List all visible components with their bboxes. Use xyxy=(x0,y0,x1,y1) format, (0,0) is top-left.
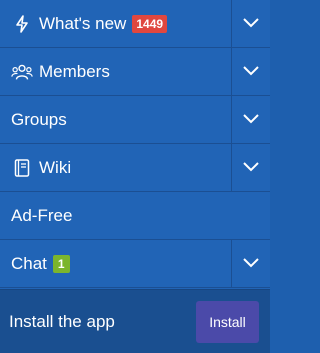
chevron-down-icon xyxy=(243,159,259,177)
groups-link[interactable]: Groups xyxy=(0,96,232,143)
chevron-down-icon xyxy=(243,63,259,81)
ad-free-link[interactable]: Ad-Free xyxy=(0,192,270,239)
members-label: Members xyxy=(39,61,110,81)
chevron-down-icon xyxy=(243,15,259,33)
book-icon xyxy=(11,158,33,178)
members-expand-toggle[interactable] xyxy=(232,48,270,95)
chevron-down-icon xyxy=(243,255,259,273)
menu-item-chat: Chat 1 xyxy=(0,240,270,288)
whats-new-label: What's new xyxy=(39,13,127,33)
chat-link[interactable]: Chat 1 xyxy=(0,240,232,287)
install-app-text: Install the app xyxy=(9,311,115,331)
wiki-expand-toggle[interactable] xyxy=(232,144,270,191)
chat-label: Chat xyxy=(11,253,47,273)
lightning-icon xyxy=(11,14,33,34)
menu-item-whats-new: What's new 1449 xyxy=(0,0,270,48)
side-menu: What's new 1449 Members Groups Wiki Ad-F… xyxy=(0,0,270,353)
ad-free-label: Ad-Free xyxy=(11,205,73,225)
whats-new-expand-toggle[interactable] xyxy=(232,0,270,47)
menu-item-ad-free: Ad-Free xyxy=(0,192,270,240)
whats-new-count-badge: 1449 xyxy=(132,14,168,33)
chevron-down-icon xyxy=(243,111,259,129)
menu-item-members: Members xyxy=(0,48,270,96)
groups-expand-toggle[interactable] xyxy=(232,96,270,143)
wiki-link[interactable]: Wiki xyxy=(0,144,232,191)
install-button[interactable]: Install xyxy=(196,300,259,343)
install-app-bar: Install the app Install xyxy=(0,289,270,353)
menu-item-wiki: Wiki xyxy=(0,144,270,192)
members-link[interactable]: Members xyxy=(0,48,232,95)
groups-label: Groups xyxy=(11,109,67,129)
chat-count-badge: 1 xyxy=(52,254,70,273)
menu-item-groups: Groups xyxy=(0,96,270,144)
chat-expand-toggle[interactable] xyxy=(232,240,270,287)
users-icon xyxy=(11,62,33,82)
whats-new-link[interactable]: What's new 1449 xyxy=(0,0,232,47)
wiki-label: Wiki xyxy=(39,157,72,177)
